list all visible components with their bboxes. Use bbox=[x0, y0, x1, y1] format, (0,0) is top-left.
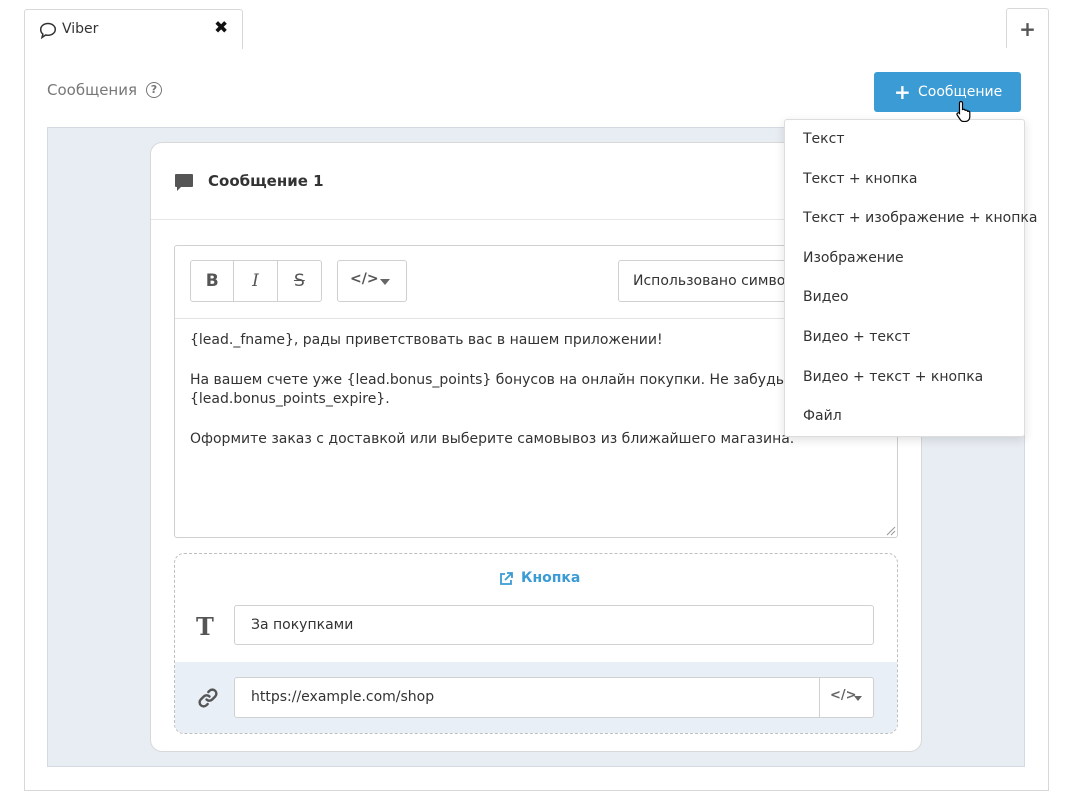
button-url-input[interactable]: https://example.com/shop bbox=[234, 677, 820, 718]
section-title: Сообщения bbox=[47, 81, 138, 99]
add-message-button[interactable]: + Сообщение bbox=[874, 72, 1021, 112]
button-text-input[interactable]: За покупками bbox=[234, 605, 874, 645]
button-block-title: Кнопка bbox=[521, 570, 581, 586]
dropdown-item-video[interactable]: Видео bbox=[803, 289, 849, 305]
url-variables-button[interactable]: </> bbox=[819, 677, 874, 718]
code-icon: </> bbox=[830, 688, 857, 703]
chevron-down-icon bbox=[380, 279, 390, 285]
italic-button[interactable]: I bbox=[234, 261, 278, 301]
link-icon bbox=[198, 688, 218, 708]
chat-bubble-icon bbox=[39, 22, 57, 39]
dropdown-item-video-text[interactable]: Видео + текст bbox=[803, 329, 910, 345]
bold-button[interactable]: B bbox=[191, 261, 235, 301]
message-type-dropdown: Текст Текст + кнопка Текст + изображение… bbox=[784, 119, 1037, 437]
dropdown-item-file[interactable]: Файл bbox=[803, 408, 842, 424]
dropdown-item-video-text-button[interactable]: Видео + текст + кнопка bbox=[803, 369, 983, 385]
body-line-1: {lead._fname}, рады приветствовать вас в… bbox=[190, 332, 663, 348]
chevron-down-icon bbox=[854, 696, 862, 701]
message-title: Сообщение 1 bbox=[208, 172, 324, 190]
hand-cursor-icon bbox=[956, 100, 971, 122]
dropdown-item-image[interactable]: Изображение bbox=[803, 250, 904, 266]
code-icon: </> bbox=[350, 271, 379, 287]
add-tab-button[interactable]: + bbox=[1006, 8, 1049, 49]
body-line-4: Оформите заказ с доставкой или выберите … bbox=[190, 431, 795, 447]
resize-handle-icon[interactable] bbox=[884, 524, 896, 536]
question-circle-icon[interactable]: ? bbox=[146, 82, 162, 98]
strikethrough-button[interactable]: S bbox=[278, 261, 321, 301]
variables-button[interactable]: </> bbox=[337, 260, 407, 302]
dropdown-item-text-button[interactable]: Текст + кнопка bbox=[803, 171, 917, 187]
close-icon[interactable]: ✖ bbox=[214, 20, 228, 37]
plus-icon: + bbox=[1019, 17, 1036, 41]
body-line-3: {lead.bonus_points_expire}. bbox=[190, 391, 390, 407]
dropdown-item-text[interactable]: Текст bbox=[803, 131, 844, 147]
dropdown-item-text-image-button[interactable]: Текст + изображение + кнопка bbox=[803, 210, 1037, 226]
format-group: B I S bbox=[190, 260, 322, 302]
tab-label: Viber bbox=[62, 21, 99, 37]
external-link-icon bbox=[500, 572, 513, 585]
text-icon: T bbox=[196, 612, 214, 641]
message-icon bbox=[175, 174, 193, 191]
tab-viber[interactable]: Viber ✖ bbox=[24, 9, 243, 49]
plus-icon: + bbox=[894, 80, 911, 104]
body-line-2: На вашем счете уже {lead.bonus_points} б… bbox=[190, 372, 784, 388]
